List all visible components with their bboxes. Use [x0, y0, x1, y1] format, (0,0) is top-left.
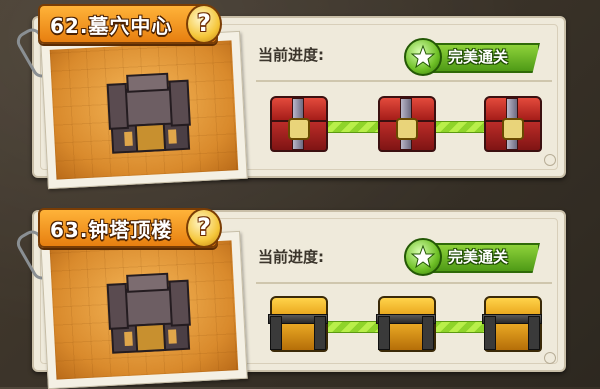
star-icon	[404, 38, 442, 76]
badge-label: 完美通关	[448, 248, 509, 266]
divider	[256, 282, 552, 284]
badge-label: 完美通关	[448, 48, 509, 66]
perfect-clear-badge: 完美通关	[404, 38, 540, 76]
tower-building-icon	[106, 272, 191, 354]
chest-lock-icon	[396, 118, 418, 140]
reward-chest-icon[interactable]	[376, 96, 436, 152]
divider	[256, 80, 552, 82]
progress-label: 当前进度:	[258, 248, 324, 266]
corner-mark-icon	[544, 352, 556, 364]
star-icon	[404, 238, 442, 276]
level-thumbnail[interactable]	[40, 230, 248, 389]
level-thumbnail[interactable]	[40, 30, 248, 190]
chest-corner	[314, 316, 326, 350]
help-question-icon[interactable]: ?	[186, 208, 222, 248]
level-title: 62.墓穴中心	[50, 14, 173, 38]
chest-lock-icon	[288, 118, 310, 140]
reward-chest-icon[interactable]	[482, 96, 542, 152]
thumbnail-background	[49, 40, 239, 180]
reward-chest-icon[interactable]	[376, 296, 436, 352]
level-title-tab: 62.墓穴中心 ?	[38, 4, 222, 44]
level-title-tab: 63.钟塔顶楼 ?	[38, 208, 222, 248]
chest-corner	[484, 316, 496, 350]
chest-corner	[422, 316, 434, 350]
chest-corner	[528, 316, 540, 350]
perfect-clear-badge: 完美通关	[404, 238, 540, 276]
chest-lock-icon	[502, 118, 524, 140]
reward-chest-icon[interactable]	[482, 296, 542, 352]
help-question-icon[interactable]: ?	[186, 4, 222, 44]
progress-label: 当前进度:	[258, 46, 324, 64]
crypt-building-icon	[106, 72, 191, 154]
corner-mark-icon	[544, 154, 556, 166]
reward-chest-icon[interactable]	[268, 96, 328, 152]
reward-chest-icon[interactable]	[268, 296, 328, 352]
thumbnail-background	[49, 240, 239, 380]
chest-corner	[270, 316, 282, 350]
chest-corner	[378, 316, 390, 350]
level-title: 63.钟塔顶楼	[50, 218, 173, 242]
